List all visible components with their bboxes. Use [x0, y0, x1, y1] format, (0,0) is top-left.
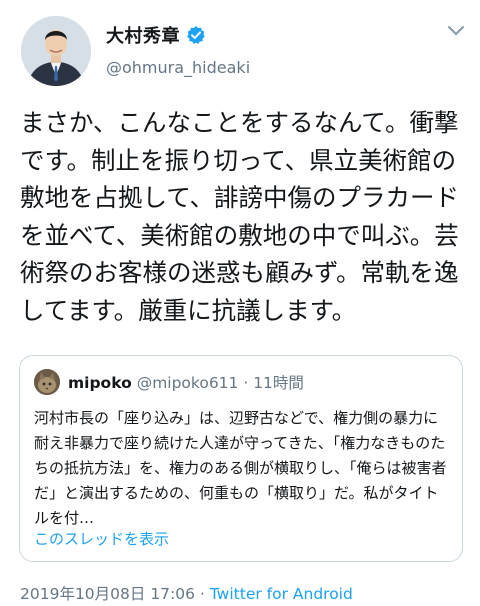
author-name-row: 大村秀章: [106, 22, 206, 48]
quoted-author-avatar[interactable]: [34, 369, 60, 395]
quoted-author-name[interactable]: mipoko: [68, 374, 132, 392]
author-avatar[interactable]: [21, 16, 91, 86]
quoted-timestamp[interactable]: 11時間: [253, 374, 304, 392]
chevron-down-icon[interactable]: [447, 24, 465, 38]
author-display-name[interactable]: 大村秀章: [106, 22, 180, 48]
tweet-text: まさか、こんなことをするなんて。衝撃です。制止を振り切って、県立美術館の敷地を占…: [20, 108, 460, 325]
cat-avatar-icon: [34, 369, 60, 395]
verified-badge-icon: [186, 25, 206, 45]
author-photo: [21, 16, 91, 86]
quoted-tweet-text: 河村市長の「座り込み」は、辺野古などで、権力側の暴力に耐え非暴力で座り続けた人達…: [34, 409, 447, 527]
quoted-author-handle[interactable]: @mipoko611: [137, 374, 239, 392]
quoted-tweet[interactable]: mipoko @mipoko611 · 11時間 河村市長の「座り込み」は、辺野…: [19, 355, 463, 562]
author-handle[interactable]: @ohmura_hideaki: [106, 58, 250, 77]
tweet-timestamp[interactable]: 2019年10月08日 17:06: [20, 585, 195, 603]
quoted-meta-separator: ·: [238, 374, 254, 392]
footer-separator: ·: [195, 585, 210, 603]
tweet-footer: 2019年10月08日 17:06 · Twitter for Android: [20, 582, 353, 604]
tweet-client-link[interactable]: Twitter for Android: [210, 585, 353, 603]
tweet-header: 大村秀章 @ohmura_hideaki: [0, 0, 480, 96]
show-thread-link[interactable]: このスレッドを表示: [34, 528, 169, 549]
quoted-tweet-header: mipoko @mipoko611 · 11時間: [68, 371, 304, 393]
